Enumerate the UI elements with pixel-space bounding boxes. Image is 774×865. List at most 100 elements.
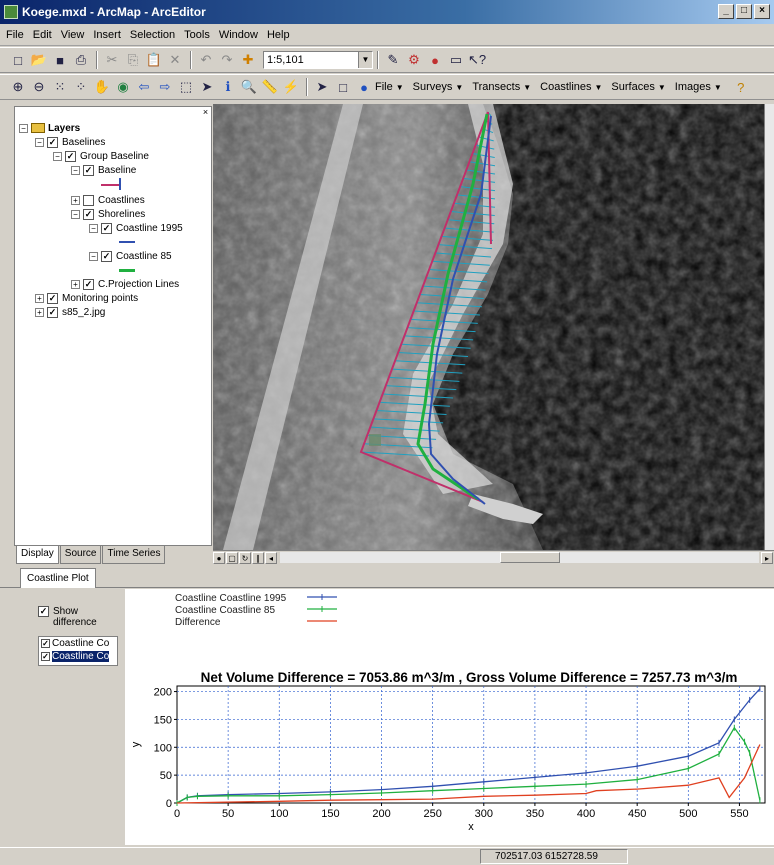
previous-extent-icon[interactable]: ⇦ — [134, 77, 154, 97]
tab-source[interactable]: Source — [59, 546, 102, 564]
menu-window[interactable]: Window — [219, 29, 258, 41]
rectangle-select-icon[interactable]: □ — [333, 77, 353, 97]
toc-coastline-85[interactable]: − ✓ Coastline 85 — [89, 249, 172, 263]
dropdown-file[interactable]: File ▼ — [375, 81, 404, 93]
collapse-icon[interactable]: − — [71, 209, 80, 219]
toc-group-baseline[interactable]: − ✓ Group Baseline — [53, 149, 149, 163]
data-view-icon[interactable]: ● — [213, 551, 225, 564]
pan-hand-icon[interactable]: ✋ — [92, 77, 112, 97]
checkbox-icon[interactable]: ✓ — [41, 652, 50, 661]
select-features-icon[interactable]: ⬚ — [176, 77, 196, 97]
save-icon[interactable]: ■ — [50, 50, 70, 70]
redo-icon[interactable]: ↷ — [217, 50, 237, 70]
dropdown-coastlines[interactable]: Coastlines ▼ — [540, 81, 602, 93]
expand-icon[interactable]: + — [71, 195, 80, 205]
checkbox-icon[interactable]: ✓ — [47, 306, 58, 318]
dropdown-images[interactable]: Images ▼ — [675, 81, 722, 93]
collapse-icon[interactable]: − — [71, 165, 80, 175]
toc-s85-image[interactable]: + ✓ s85_2.jpg — [35, 305, 105, 319]
expand-icon[interactable]: + — [71, 279, 80, 289]
map-scale-combo[interactable]: 1:5,101 ▼ — [263, 51, 373, 69]
menu-file[interactable]: File — [6, 29, 24, 41]
close-button[interactable]: × — [754, 4, 770, 19]
select-elements-icon[interactable]: ➤ — [197, 77, 217, 97]
menu-help[interactable]: Help — [267, 29, 290, 41]
menu-selection[interactable]: Selection — [130, 29, 175, 41]
toc-baseline[interactable]: − ✓ Baseline — [71, 163, 136, 177]
next-extent-icon[interactable]: ⇨ — [155, 77, 175, 97]
toc-coastlines[interactable]: + Coastlines — [71, 193, 145, 207]
layout-view-icon[interactable]: ▢ — [226, 551, 238, 564]
find-icon[interactable]: 🔍 — [239, 77, 259, 97]
menu-view[interactable]: View — [61, 29, 85, 41]
copy-icon[interactable]: ⎘ — [123, 50, 143, 70]
list-item[interactable]: ✓ Coastline Co — [39, 637, 117, 650]
menu-edit[interactable]: Edit — [33, 29, 52, 41]
editor-toolbar-icon[interactable]: ✎ — [383, 50, 403, 70]
open-folder-icon[interactable]: 📂 — [29, 50, 49, 70]
expand-icon[interactable]: + — [35, 307, 44, 317]
select-arrow-icon[interactable]: ➤ — [312, 77, 332, 97]
expand-icon[interactable]: + — [35, 293, 44, 303]
new-document-icon[interactable]: □ — [8, 50, 28, 70]
collapse-icon[interactable]: − — [19, 123, 28, 133]
dropdown-surveys[interactable]: Surveys ▼ — [413, 81, 464, 93]
show-difference-checkbox[interactable]: ✓ Show difference — [38, 606, 105, 628]
arctoolbox-icon[interactable]: ⚙ — [404, 50, 424, 70]
toc-baselines[interactable]: − ✓ Baselines — [35, 135, 105, 149]
collapse-icon[interactable]: − — [89, 223, 98, 233]
checkbox-icon[interactable]: ✓ — [38, 606, 49, 617]
whats-this-icon[interactable]: ↖? — [467, 50, 487, 70]
dropdown-surfaces[interactable]: Surfaces ▼ — [611, 81, 665, 93]
delete-icon[interactable]: ✕ — [165, 50, 185, 70]
map-vertical-scrollbar[interactable] — [764, 104, 774, 564]
list-item[interactable]: ✓ Coastline Co — [39, 650, 117, 663]
checkbox-icon[interactable]: ✓ — [83, 164, 94, 176]
toc-coastline-1995[interactable]: − ✓ Coastline 1995 — [89, 221, 183, 235]
checkbox-icon[interactable]: ✓ — [83, 278, 94, 290]
checkbox-icon[interactable]: ✓ — [47, 136, 58, 148]
chevron-down-icon[interactable]: ▼ — [358, 52, 372, 68]
scroll-left-icon[interactable]: ◂ — [265, 551, 277, 564]
add-data-icon[interactable]: ✚ — [238, 50, 258, 70]
collapse-icon[interactable]: − — [53, 151, 62, 161]
undo-icon[interactable]: ↶ — [196, 50, 216, 70]
scroll-track[interactable] — [280, 552, 759, 563]
collapse-icon[interactable]: − — [35, 137, 44, 147]
checkbox-icon[interactable]: ✓ — [65, 150, 76, 162]
scroll-thumb[interactable] — [500, 552, 560, 563]
checkbox-icon[interactable]: ✓ — [41, 639, 50, 648]
globe-icon[interactable]: ● — [354, 77, 374, 97]
collapse-icon[interactable]: − — [89, 251, 98, 261]
fixed-zoom-in-icon[interactable]: ⁙ — [50, 77, 70, 97]
series-list[interactable]: ✓ Coastline Co ✓ Coastline Co — [38, 636, 118, 666]
tab-display[interactable]: Display — [16, 546, 59, 564]
zoom-in-icon[interactable]: ⊕ — [8, 77, 28, 97]
toc-cprojection-lines[interactable]: + ✓ C.Projection Lines — [71, 277, 179, 291]
pause-drawing-icon[interactable]: ∥ — [252, 551, 264, 564]
maximize-button[interactable]: □ — [736, 4, 752, 19]
tab-coastline-plot[interactable]: Coastline Plot — [20, 568, 96, 588]
checkbox-icon[interactable]: ✓ — [83, 208, 94, 220]
hyperlink-icon[interactable]: ⚡ — [281, 77, 301, 97]
toc-layers[interactable]: − Layers — [19, 121, 80, 135]
map-view[interactable] — [213, 104, 764, 550]
refresh-icon[interactable]: ↻ — [239, 551, 251, 564]
menu-tools[interactable]: Tools — [184, 29, 210, 41]
full-extent-icon[interactable]: ◉ — [113, 77, 133, 97]
dropdown-transects[interactable]: Transects ▼ — [472, 81, 531, 93]
zoom-out-icon[interactable]: ⊖ — [29, 77, 49, 97]
command-line-icon[interactable]: ▭ — [446, 50, 466, 70]
identify-icon[interactable]: ℹ — [218, 77, 238, 97]
toc-monitoring-points[interactable]: + ✓ Monitoring points — [35, 291, 138, 305]
help-icon[interactable]: ? — [731, 77, 751, 97]
map-horizontal-scrollbar[interactable]: ● ▢ ↻ ∥ ◂ ▸ — [213, 550, 774, 564]
checkbox-icon[interactable]: ✓ — [101, 222, 112, 234]
fixed-zoom-out-icon[interactable]: ⁘ — [71, 77, 91, 97]
print-icon[interactable]: ⎙ — [71, 50, 91, 70]
checkbox-icon[interactable]: ✓ — [101, 250, 112, 262]
measure-icon[interactable]: 📏 — [260, 77, 280, 97]
checkbox-icon[interactable] — [83, 194, 94, 206]
toc-shorelines[interactable]: − ✓ Shorelines — [71, 207, 145, 221]
paste-icon[interactable]: 📋 — [144, 50, 164, 70]
